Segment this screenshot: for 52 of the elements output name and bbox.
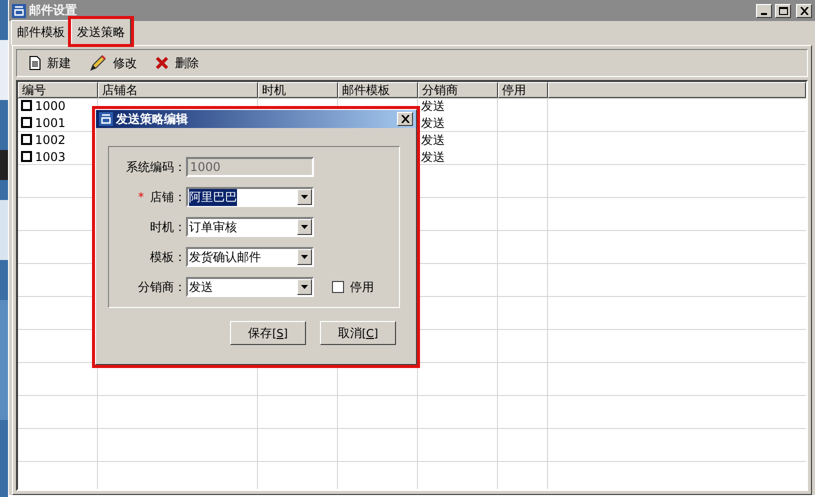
table-cell: 发送 bbox=[421, 116, 445, 130]
close-button[interactable] bbox=[796, 4, 812, 18]
checkbox[interactable] bbox=[21, 117, 32, 128]
column-header[interactable]: 分销商 bbox=[418, 82, 498, 98]
dialog-title: 发送策略编辑 bbox=[116, 110, 188, 128]
dropdown[interactable]: 发货确认邮件 bbox=[186, 247, 314, 267]
table-cell: 发送 bbox=[421, 133, 445, 147]
app-icon bbox=[12, 4, 26, 18]
tab[interactable]: 邮件模板 bbox=[11, 20, 71, 45]
minimize-button[interactable] bbox=[756, 4, 772, 18]
checkbox[interactable] bbox=[21, 134, 32, 145]
field-label: 模板： bbox=[150, 248, 186, 266]
dialog-button[interactable]: 取消[C] bbox=[320, 321, 396, 345]
column-header[interactable]: 店铺名 bbox=[98, 82, 258, 98]
close-icon bbox=[800, 6, 808, 14]
pencil-icon bbox=[89, 55, 107, 71]
checkbox[interactable] bbox=[21, 100, 32, 111]
tab[interactable]: 发送策略 bbox=[71, 18, 131, 45]
table-cell: 1003 bbox=[35, 150, 66, 164]
column-header[interactable]: 编号 bbox=[18, 82, 98, 98]
maximize-icon bbox=[778, 6, 788, 14]
minimize-icon bbox=[761, 12, 767, 14]
table-cell: 发送 bbox=[421, 150, 445, 164]
field-label: 分销商： bbox=[138, 278, 186, 296]
toolbar-button[interactable]: 删除 bbox=[151, 52, 203, 74]
close-button[interactable] bbox=[397, 112, 413, 126]
app-icon bbox=[99, 112, 113, 126]
table-cell: 1001 bbox=[35, 116, 66, 130]
field-label: 时机： bbox=[150, 218, 186, 236]
table-cell: 发送 bbox=[421, 99, 445, 113]
document-icon bbox=[29, 56, 41, 70]
toolbar-button[interactable]: 修改 bbox=[85, 52, 141, 74]
window-title: 邮件设置 bbox=[29, 2, 77, 19]
column-header[interactable]: 时机 bbox=[258, 82, 338, 98]
required-mark: * bbox=[138, 190, 144, 204]
checkbox-label: 停用 bbox=[350, 278, 374, 296]
dropdown[interactable]: 阿里巴巴 bbox=[186, 187, 314, 207]
column-header[interactable]: 停用 bbox=[498, 82, 548, 98]
toolbar-button[interactable]: 新建 bbox=[25, 52, 75, 74]
field-label: 店铺： bbox=[150, 188, 186, 206]
checkbox[interactable] bbox=[21, 151, 32, 162]
close-icon bbox=[400, 115, 410, 123]
dropdown[interactable]: 发送 bbox=[186, 277, 314, 297]
dialog-button[interactable]: 保存[S] bbox=[230, 321, 306, 345]
column-header[interactable]: 邮件模板 bbox=[338, 82, 418, 98]
table-cell: 1002 bbox=[35, 133, 66, 147]
checkbox[interactable] bbox=[332, 281, 344, 293]
field-label: 系统编码： bbox=[126, 158, 186, 176]
maximize-button[interactable] bbox=[775, 4, 791, 18]
delete-icon bbox=[155, 56, 169, 70]
dropdown[interactable]: 订单审核 bbox=[186, 217, 314, 237]
table-cell: 1000 bbox=[35, 99, 66, 113]
